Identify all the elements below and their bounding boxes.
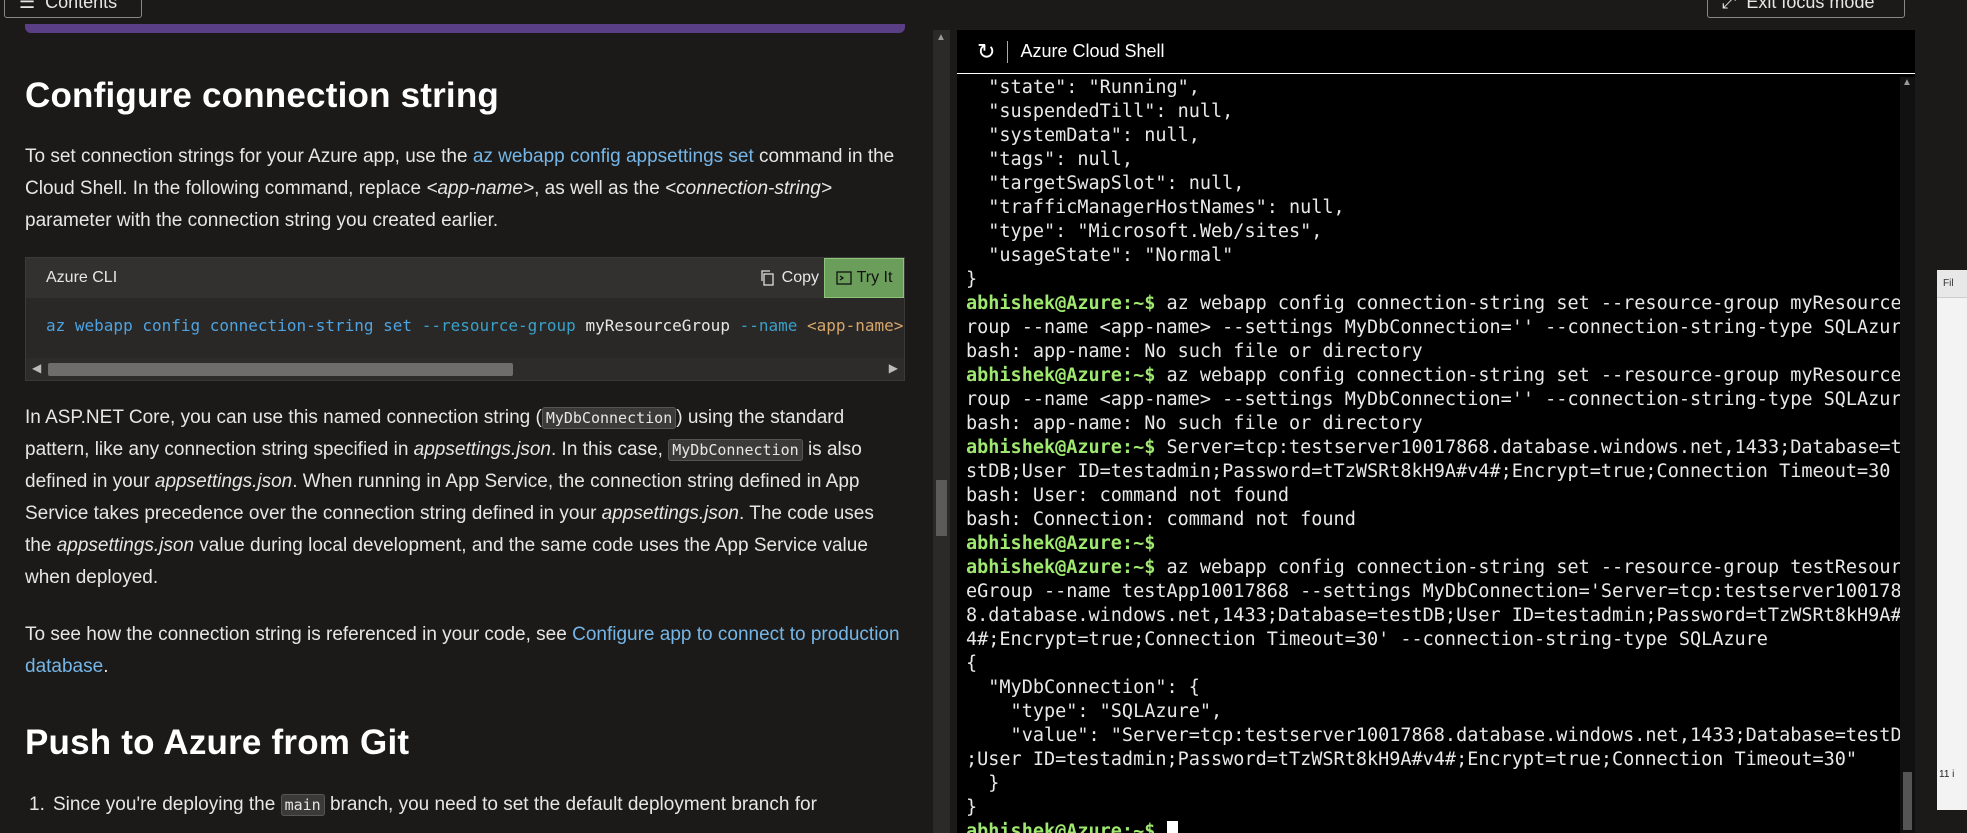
scroll-thumb[interactable]: [1903, 772, 1912, 830]
header-divider: [1007, 40, 1009, 63]
exit-focus-label: Exit focus mode: [1746, 0, 1875, 12]
documentation-pane: Configure connection string To set conne…: [0, 0, 930, 833]
link-appsettings-set[interactable]: az webapp config appsettings set: [473, 146, 754, 167]
scroll-up-icon[interactable]: ▲: [1902, 77, 1912, 88]
terminal-output[interactable]: "state": "Running", "suspendedTill": nul…: [966, 76, 1908, 833]
restart-icon[interactable]: ↻: [977, 39, 995, 65]
prompt: abhishek@Azure:~$: [966, 293, 1156, 314]
scroll-thumb[interactable]: [48, 363, 513, 376]
background-window[interactable]: Fil 11 i: [1937, 270, 1967, 810]
heading-configure-connection-string: Configure connection string: [25, 76, 500, 115]
clock-text: 11 i: [1939, 769, 1955, 780]
prompt: abhishek@Azure:~$: [966, 821, 1156, 833]
paragraph-intro: To set connection strings for your Azure…: [25, 146, 895, 231]
copy-icon: [760, 270, 774, 286]
scroll-left-icon[interactable]: ◀: [32, 361, 41, 375]
prompt: abhishek@Azure:~$: [966, 557, 1156, 578]
scroll-up-icon[interactable]: ▲: [936, 32, 946, 43]
exit-focus-mode-button[interactable]: ⤢ Exit focus mode: [1707, 0, 1905, 18]
terminal-scrollbar[interactable]: ▲: [1900, 77, 1915, 833]
code-block-header: Azure CLI Copy Try It: [26, 258, 904, 298]
exit-icon: ⤢: [1722, 0, 1737, 12]
cloud-shell-header: ↻ Azure Cloud Shell: [957, 30, 1915, 74]
scroll-right-icon[interactable]: ▶: [889, 361, 898, 375]
copy-button[interactable]: Copy: [760, 264, 819, 292]
section-divider: [25, 24, 905, 33]
try-it-button[interactable]: Try It: [824, 258, 904, 298]
scroll-thumb[interactable]: [936, 480, 947, 536]
code-line: az webapp config connection-string set -…: [46, 316, 904, 335]
prompt: abhishek@Azure:~$: [966, 533, 1156, 554]
list-item: 1. Since you're deploying the main branc…: [29, 794, 817, 816]
code-block: Azure CLI Copy Try It az webapp config c…: [25, 257, 905, 381]
cloud-shell-panel: ↻ Azure Cloud Shell "state": "Running", …: [957, 30, 1915, 833]
paragraph-aspnet: In ASP.NET Core, you can use this named …: [25, 407, 874, 588]
heading-push-to-azure: Push to Azure from Git: [25, 723, 410, 762]
paragraph-see-also: To see how the connection string is refe…: [25, 624, 900, 677]
code-language-label: Azure CLI: [46, 269, 118, 286]
doc-scrollbar[interactable]: ▲: [933, 30, 950, 833]
window-titlebar: Fil: [1937, 270, 1967, 298]
terminal-icon: [835, 271, 852, 285]
code-horizontal-scrollbar[interactable]: ◀ ▶: [26, 358, 904, 380]
terminal-cursor: [1166, 821, 1178, 833]
prompt: abhishek@Azure:~$: [966, 365, 1156, 386]
cloud-shell-title: Azure Cloud Shell: [1020, 41, 1165, 61]
prompt: abhishek@Azure:~$: [966, 437, 1156, 458]
